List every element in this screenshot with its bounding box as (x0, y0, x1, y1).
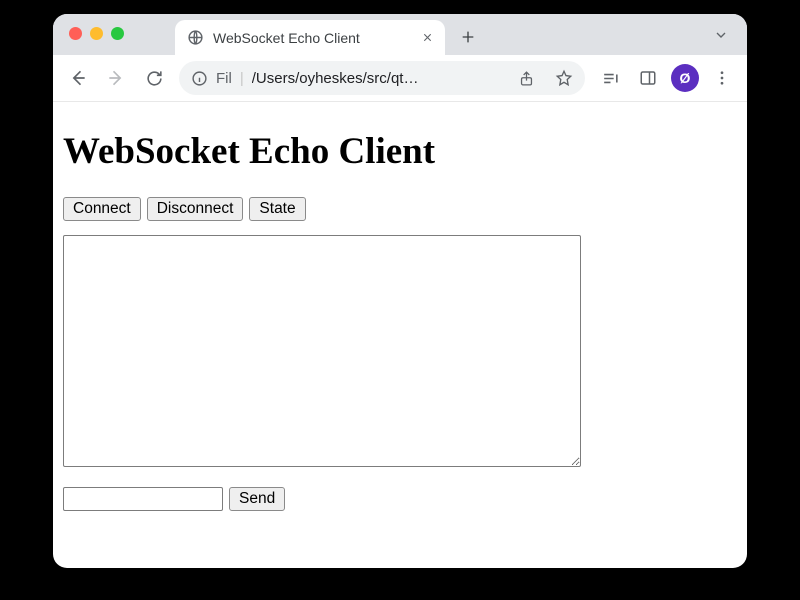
close-window-button[interactable] (69, 27, 82, 40)
page-content: WebSocket Echo Client Connect Disconnect… (53, 102, 747, 568)
tab-title: WebSocket Echo Client (213, 30, 410, 46)
send-row: Send (63, 487, 737, 511)
url-path: /Users/oyheskes/src/qt… (252, 70, 503, 87)
menu-icon[interactable] (705, 61, 739, 95)
browser-window: WebSocket Echo Client Fil | (53, 14, 747, 568)
fullscreen-window-button[interactable] (111, 27, 124, 40)
profile-avatar[interactable]: Ø (671, 64, 699, 92)
minimize-window-button[interactable] (90, 27, 103, 40)
tab-active[interactable]: WebSocket Echo Client (175, 20, 445, 55)
back-button[interactable] (61, 61, 95, 95)
disconnect-button[interactable]: Disconnect (147, 197, 244, 221)
window-controls (69, 27, 124, 40)
forward-button[interactable] (99, 61, 133, 95)
button-row: Connect Disconnect State (63, 197, 737, 221)
titlebar: WebSocket Echo Client (53, 14, 747, 55)
reload-button[interactable] (137, 61, 171, 95)
address-bar[interactable]: Fil | /Users/oyheskes/src/qt… (179, 61, 585, 95)
new-tab-button[interactable] (453, 22, 483, 52)
state-button[interactable]: State (249, 197, 305, 221)
side-panel-icon[interactable] (631, 61, 665, 95)
connect-button[interactable]: Connect (63, 197, 141, 221)
avatar-initial: Ø (680, 70, 691, 86)
message-input[interactable] (63, 487, 223, 511)
send-button[interactable]: Send (229, 487, 285, 511)
toolbar: Fil | /Users/oyheskes/src/qt… Ø (53, 55, 747, 102)
reading-list-icon[interactable] (593, 61, 627, 95)
url-scheme-label: Fil (216, 70, 232, 87)
log-textarea[interactable] (63, 235, 581, 467)
bookmark-star-icon[interactable] (549, 63, 579, 93)
globe-icon (187, 29, 204, 46)
site-info-icon[interactable]: Fil (191, 70, 232, 87)
page-title: WebSocket Echo Client (63, 130, 737, 173)
tab-list-dropdown-icon[interactable] (713, 27, 729, 43)
close-tab-icon[interactable] (419, 30, 435, 46)
share-icon[interactable] (511, 63, 541, 93)
